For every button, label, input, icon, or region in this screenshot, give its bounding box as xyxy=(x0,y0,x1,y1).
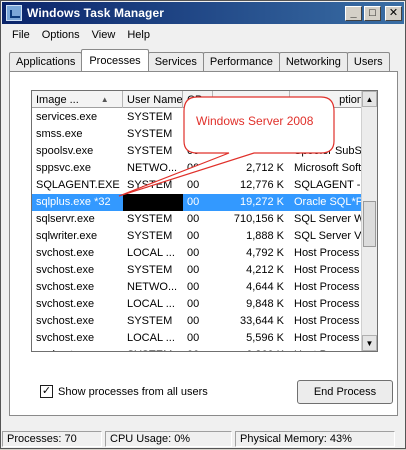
callout-annotation xyxy=(118,96,335,197)
callout-text: Windows Server 2008 xyxy=(196,114,314,128)
status-processes: Processes: 70 xyxy=(2,430,102,447)
callout-bubble xyxy=(118,96,335,197)
status-bar: Processes: 70 CPU Usage: 0% Physical Mem… xyxy=(2,429,404,448)
tab-processes[interactable]: Processes xyxy=(81,49,149,71)
task-manager-window: Windows Task Manager _ □ ✕ File Options … xyxy=(0,0,406,449)
status-physical-memory: Physical Memory: 43% xyxy=(235,430,395,447)
status-cpu-usage: CPU Usage: 0% xyxy=(105,430,232,447)
